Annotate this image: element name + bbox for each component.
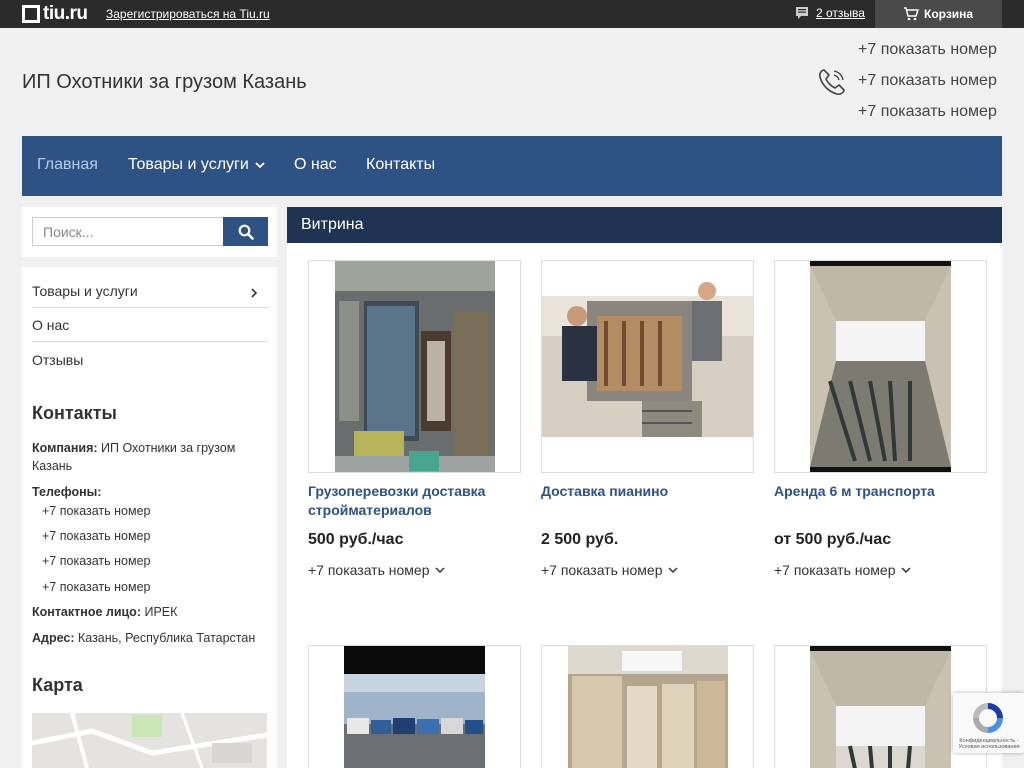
recaptcha-badge[interactable]: Конфиденциальность - Условия использован… bbox=[953, 693, 1024, 753]
product-phone[interactable]: +7 показать номер bbox=[308, 562, 445, 578]
product-photo-wrapped-cargo bbox=[568, 646, 728, 768]
company-title: ИП Охотники за грузом Казань bbox=[22, 71, 307, 93]
chevron-down-icon bbox=[667, 567, 678, 574]
sidebar-phone-3[interactable]: +7 показать номер bbox=[42, 554, 150, 568]
recaptcha-text[interactable]: Конфиденциальность - Условия использован… bbox=[957, 738, 1021, 750]
cart-label: Корзина bbox=[924, 7, 974, 21]
contacts-heading: Контакты bbox=[32, 403, 117, 423]
product-price: 500 руб./час bbox=[308, 531, 404, 548]
sidebar-item-reviews[interactable]: Отзывы bbox=[32, 343, 268, 376]
sidebar-phone-4[interactable]: +7 показать номер bbox=[42, 580, 150, 594]
search-input[interactable] bbox=[32, 217, 223, 246]
header-phone-1[interactable]: +7 показать номер bbox=[858, 41, 997, 59]
main-content: Витрина Грузоперевозки доставка строймат… bbox=[287, 207, 1002, 768]
product-photo-parking-trucks bbox=[344, 646, 485, 768]
nav-contacts-label: Контакты bbox=[366, 156, 436, 173]
contact-person-label: Контактное лицо: bbox=[32, 605, 141, 619]
product-price: от 500 руб./час bbox=[774, 531, 892, 548]
product-image[interactable] bbox=[774, 260, 987, 473]
product-image[interactable] bbox=[541, 645, 754, 768]
search-box bbox=[22, 207, 277, 257]
register-link[interactable]: Зарегистрироваться на Tiu.ru bbox=[106, 7, 270, 21]
product-photo-truck-interior bbox=[810, 261, 951, 472]
sidebar-item-about[interactable]: О нас bbox=[32, 309, 268, 342]
nav-contacts[interactable]: Контакты bbox=[366, 156, 435, 174]
address-value: Казань, Республика Татарстан bbox=[77, 631, 256, 645]
chevron-down-icon bbox=[434, 567, 445, 574]
speech-bubble-icon bbox=[796, 7, 808, 19]
logo-text: tiu.ru bbox=[43, 3, 88, 24]
nav-about-label: О нас bbox=[294, 156, 337, 173]
chevron-right-icon bbox=[251, 288, 258, 298]
product-phone-label: +7 показать номер bbox=[541, 562, 663, 578]
chevron-down-icon bbox=[900, 567, 911, 574]
sidebar-item-label: Отзывы bbox=[32, 351, 84, 368]
company-label: Компания: bbox=[32, 441, 98, 455]
logo-square-icon bbox=[22, 5, 40, 23]
search-icon bbox=[238, 224, 254, 240]
chevron-down-icon bbox=[255, 162, 265, 169]
sidebar-phone-2[interactable]: +7 показать номер bbox=[42, 529, 150, 543]
map[interactable] bbox=[32, 713, 267, 768]
nav-home-label: Главная bbox=[37, 156, 98, 173]
top-bar: tiu.ru Зарегистрироваться на Tiu.ru 2 от… bbox=[0, 0, 1024, 28]
product-phone-label: +7 показать номер bbox=[308, 562, 430, 578]
product-phone[interactable]: +7 показать номер bbox=[774, 562, 911, 578]
header-phone-3[interactable]: +7 показать номер bbox=[858, 103, 997, 121]
contact-address: Адрес: Казань, Республика Татарстан bbox=[32, 629, 268, 647]
nav-home[interactable]: Главная bbox=[37, 156, 98, 174]
product-image[interactable] bbox=[541, 260, 754, 473]
product-title[interactable]: Грузоперевозки доставка стройматериалов bbox=[308, 482, 521, 520]
nav-products[interactable]: Товары и услуги bbox=[128, 156, 265, 174]
sidebar-item-products[interactable]: Товары и услуги bbox=[32, 275, 268, 308]
product-phone-label: +7 показать номер bbox=[774, 562, 896, 578]
tiu-logo[interactable]: tiu.ru bbox=[22, 4, 88, 24]
contact-person-value: ИРЕК bbox=[144, 605, 178, 619]
nav-about[interactable]: О нас bbox=[294, 156, 337, 174]
main-nav: Главная Товары и услуги О нас Контакты bbox=[22, 136, 1002, 196]
nav-products-label: Товары и услуги bbox=[128, 156, 249, 173]
header-phone-2[interactable]: +7 показать номер bbox=[858, 72, 997, 90]
sidebar-item-label: О нас bbox=[32, 317, 70, 333]
product-price: 2 500 руб. bbox=[541, 531, 619, 548]
reviews[interactable]: 2 отзыва bbox=[795, 6, 865, 20]
product-photo-truck-cargo bbox=[335, 261, 495, 472]
map-heading: Карта bbox=[32, 675, 83, 695]
phones-label: Телефоны: bbox=[32, 485, 102, 499]
sidebar-phone-1[interactable]: +7 показать номер bbox=[42, 504, 150, 518]
product-photo-piano-movers bbox=[542, 282, 753, 437]
product-image[interactable] bbox=[308, 260, 521, 473]
product-image[interactable] bbox=[308, 645, 521, 768]
recaptcha-icon bbox=[973, 703, 1003, 733]
search-button[interactable] bbox=[223, 217, 268, 246]
phone-icon bbox=[819, 69, 845, 95]
sidebar: Товары и услуги О нас Отзывы Контакты Ко… bbox=[22, 267, 277, 768]
product-phone[interactable]: +7 показать номер bbox=[541, 562, 678, 578]
map-image bbox=[32, 713, 267, 768]
vitrina-heading: Витрина bbox=[287, 207, 1002, 243]
contact-person: Контактное лицо: ИРЕК bbox=[32, 603, 268, 621]
product-title[interactable]: Доставка пианино bbox=[541, 482, 754, 501]
reviews-link[interactable]: 2 отзыва bbox=[816, 6, 865, 20]
sidebar-item-label: Товары и услуги bbox=[32, 283, 138, 299]
cart-button[interactable]: Корзина bbox=[875, 0, 1002, 28]
cart-icon bbox=[904, 7, 919, 21]
address-label: Адрес: bbox=[32, 631, 75, 645]
product-title[interactable]: Аренда 6 м транспорта bbox=[774, 482, 987, 501]
contact-company: Компания: ИП Охотники за грузом Казань bbox=[32, 439, 268, 475]
contact-phones-label: Телефоны: bbox=[32, 483, 268, 501]
